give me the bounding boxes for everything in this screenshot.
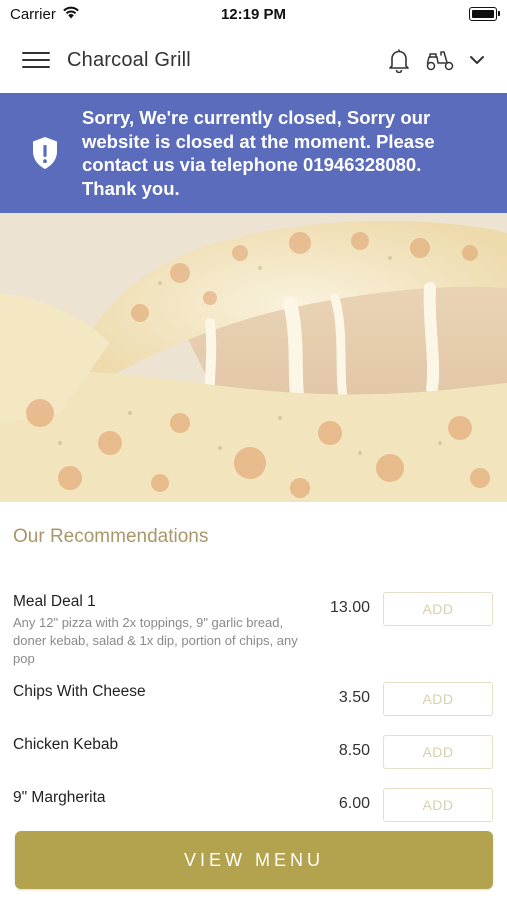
- header-actions: [387, 47, 507, 73]
- item-price: 6.00: [338, 795, 370, 812]
- hero-image: [0, 213, 507, 502]
- carrier-label: Carrier: [10, 5, 56, 23]
- app-title: Charcoal Grill: [67, 48, 191, 71]
- app-header: Charcoal Grill: [0, 28, 507, 92]
- banner-message: Sorry, We're currently closed, Sorry our…: [82, 107, 435, 199]
- add-button[interactable]: ADD: [383, 788, 493, 822]
- menu-icon[interactable]: [22, 49, 50, 71]
- add-button[interactable]: ADD: [383, 735, 493, 769]
- item-name: Meal Deal 1: [13, 593, 96, 610]
- section-title: Our Recommendations: [13, 526, 209, 547]
- item-price: 8.50: [338, 742, 370, 759]
- view-menu-button[interactable]: VIEW MENU: [15, 831, 493, 889]
- status-bar: Carrier 12:19 PM: [0, 0, 507, 28]
- add-button[interactable]: ADD: [383, 682, 493, 716]
- shield-icon: [30, 136, 60, 170]
- item-name: 9" Margherita: [13, 789, 106, 806]
- bell-icon[interactable]: [387, 47, 411, 73]
- item-name: Chicken Kebab: [13, 736, 119, 753]
- status-left: Carrier: [0, 6, 80, 23]
- add-button[interactable]: ADD: [383, 592, 493, 626]
- item-name: Chips With Cheese: [13, 683, 146, 700]
- item-price: 3.50: [338, 689, 370, 706]
- closed-banner: Sorry, We're currently closed, Sorry our…: [0, 93, 507, 213]
- chevron-down-icon[interactable]: [469, 54, 485, 66]
- item-description: Any 12" pizza with 2x toppings, 9" garli…: [13, 615, 298, 666]
- battery-icon: [469, 7, 500, 21]
- item-price: 13.00: [329, 599, 370, 616]
- status-right: [469, 7, 507, 21]
- wifi-icon: [62, 6, 80, 23]
- scooter-icon[interactable]: [425, 48, 455, 72]
